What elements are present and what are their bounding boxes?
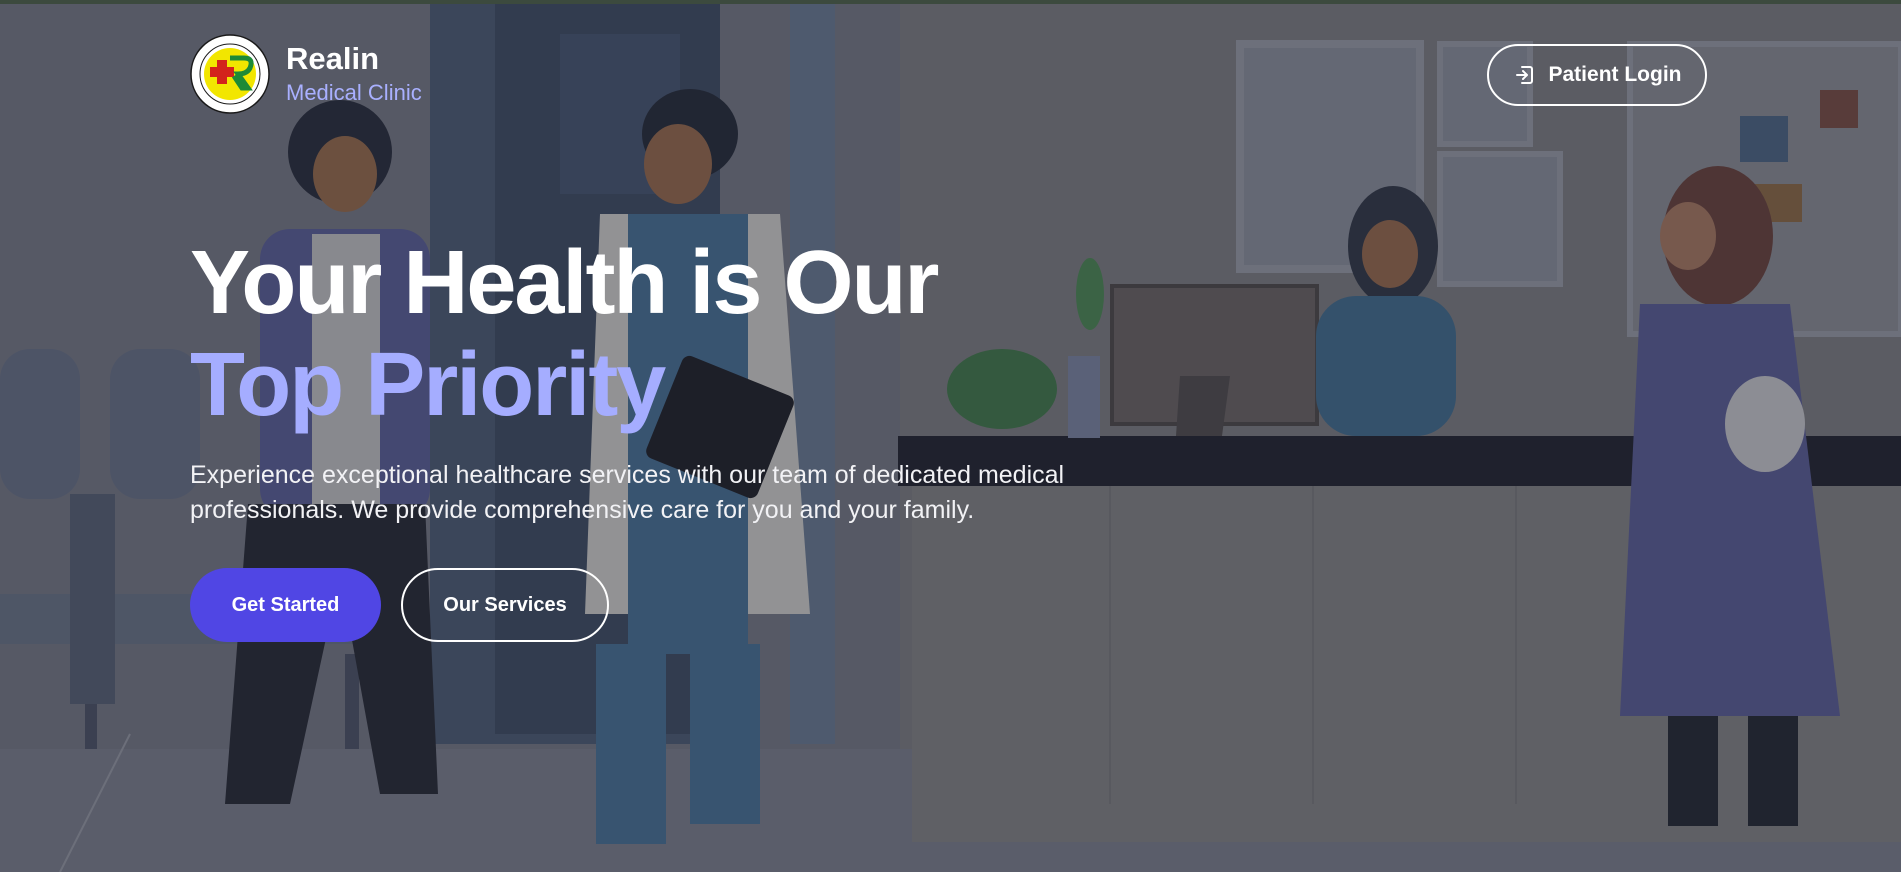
get-started-label: Get Started	[231, 593, 340, 616]
hero-title-line2: Top Priority	[190, 335, 666, 435]
sign-in-icon	[1515, 66, 1533, 84]
our-services-label: Our Services	[443, 593, 567, 616]
our-services-button[interactable]: Our Services	[401, 568, 609, 642]
hero-title: Your Health is Our Top Priority	[190, 232, 939, 436]
patient-login-button[interactable]: Patient Login	[1487, 44, 1707, 106]
get-started-button[interactable]: Get Started	[190, 568, 381, 642]
brand-logo[interactable]: Realin Medical Clinic	[190, 34, 422, 114]
clinic-logo-icon	[190, 34, 270, 114]
brand-name: Realin	[286, 41, 380, 76]
hero-background-illustration	[0, 4, 1901, 872]
brand-subtitle: Medical Clinic	[286, 80, 422, 105]
hero-description: Experience exceptional healthcare servic…	[190, 461, 1065, 524]
brand-text: Realin Medical Clinic	[286, 41, 422, 107]
hero-title-line1: Your Health is Our	[190, 233, 939, 333]
patient-login-label: Patient Login	[1548, 63, 1682, 86]
